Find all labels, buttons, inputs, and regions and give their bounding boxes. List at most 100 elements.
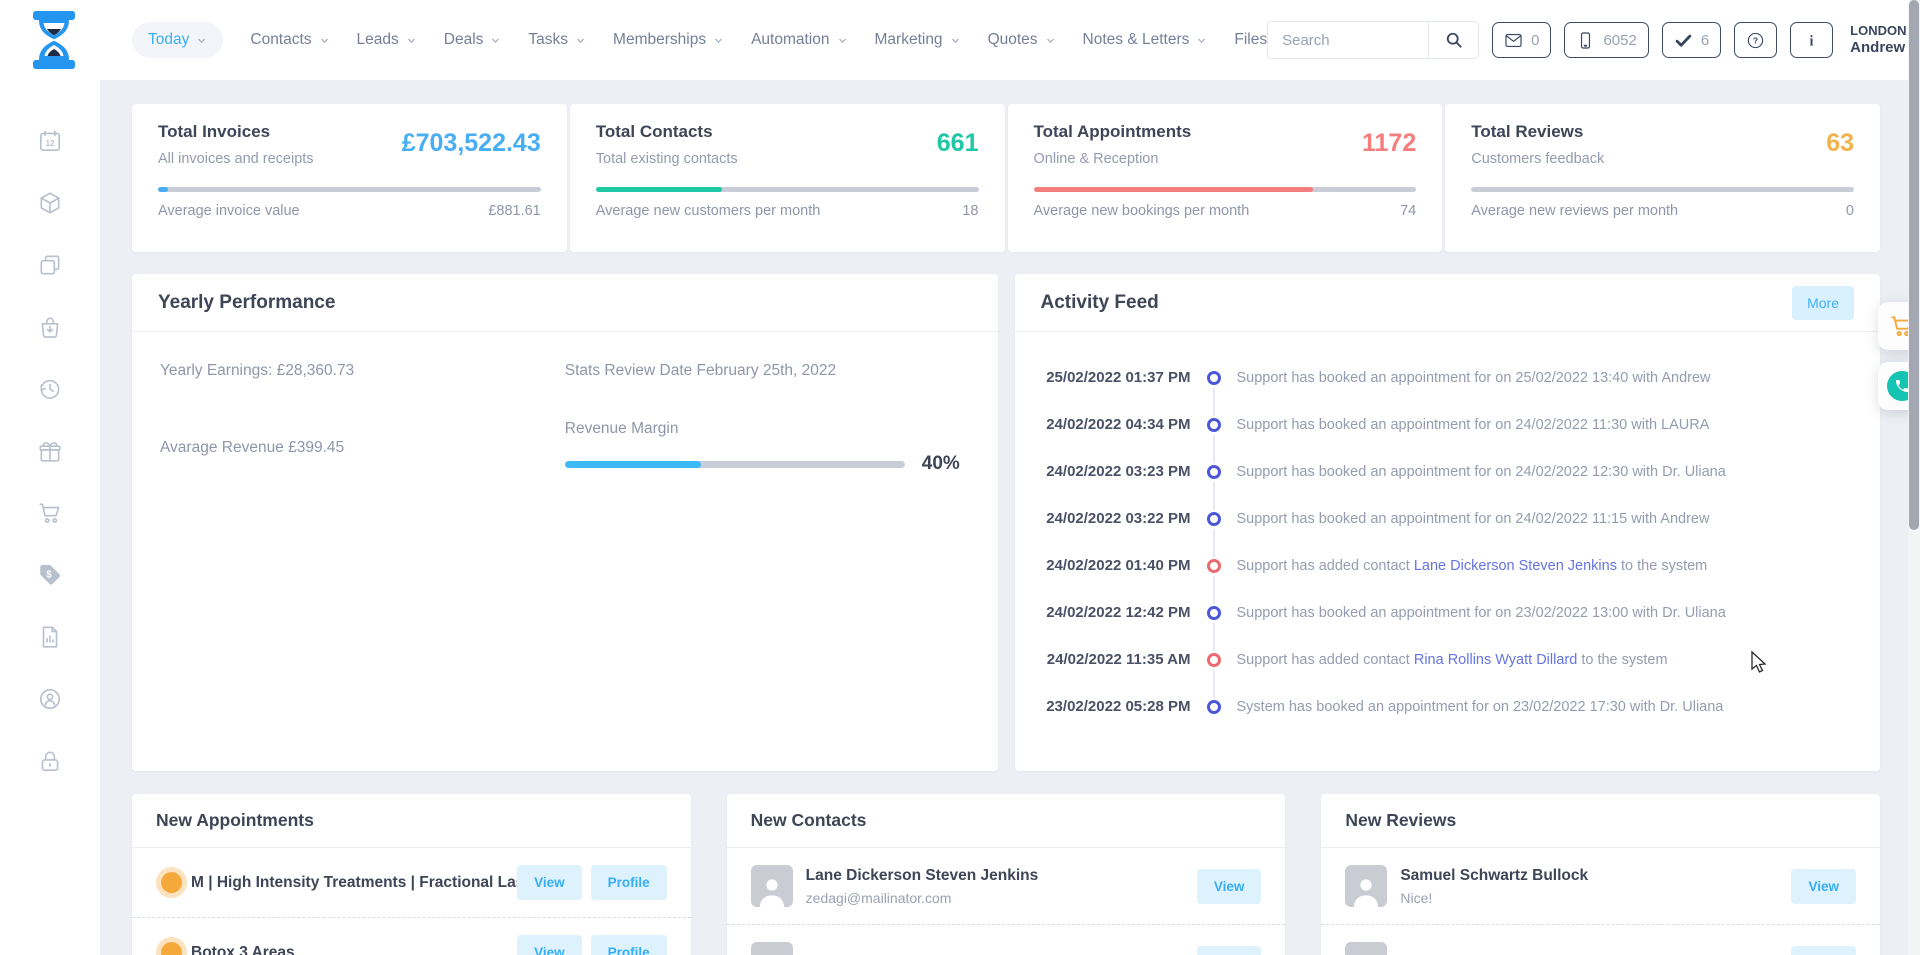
feed-text: Support has booked an appointment for on… bbox=[1237, 511, 1710, 527]
nav-item-memberships[interactable]: Memberships bbox=[613, 31, 724, 49]
user-name: Andrew bbox=[1850, 39, 1906, 58]
stat-footer-label: Average new reviews per month bbox=[1471, 203, 1678, 219]
mobile-button[interactable]: 6052 bbox=[1564, 22, 1648, 58]
nav-item-automation[interactable]: Automation bbox=[751, 31, 847, 49]
chevron-down-icon bbox=[837, 35, 848, 46]
view-button[interactable]: View bbox=[1197, 869, 1262, 904]
mobile-icon bbox=[1576, 31, 1595, 50]
avatar bbox=[1345, 865, 1387, 907]
sidebar-cart-icon[interactable] bbox=[37, 500, 63, 526]
more-button[interactable]: More bbox=[1792, 286, 1854, 320]
avatar bbox=[751, 865, 793, 907]
nav-item-deals[interactable]: Deals bbox=[444, 31, 502, 49]
nav-item-label: Marketing bbox=[875, 31, 943, 49]
sidebar-report-icon[interactable] bbox=[37, 624, 63, 650]
chevron-down-icon bbox=[319, 35, 330, 46]
row-title: Samuel Schwartz Bullock bbox=[1400, 867, 1588, 885]
appointment-row: Botox 3 AreasViewProfile bbox=[132, 918, 691, 955]
info-icon: i bbox=[1802, 31, 1821, 50]
nav-item-label: Notes & Letters bbox=[1083, 31, 1190, 49]
sidebar-lock-icon[interactable] bbox=[37, 748, 63, 774]
check-button[interactable]: 6 bbox=[1662, 22, 1721, 58]
nav-item-leads[interactable]: Leads bbox=[357, 31, 417, 49]
profile-button[interactable]: Profile bbox=[591, 865, 667, 900]
feed-timestamp: 24/02/2022 01:40 PM bbox=[1029, 557, 1191, 574]
stat-progress-bar bbox=[596, 187, 979, 192]
contact-link[interactable]: Rina Rollins Wyatt Dillard bbox=[1414, 652, 1577, 668]
check-count-badge: 6 bbox=[1701, 32, 1709, 49]
sidebar-account-icon[interactable] bbox=[37, 686, 63, 712]
stat-subtitle: Customers feedback bbox=[1471, 151, 1604, 167]
stat-value: 1172 bbox=[1362, 129, 1416, 167]
nav-item-marketing[interactable]: Marketing bbox=[875, 31, 961, 49]
revenue-margin-value: 40% bbox=[922, 453, 960, 475]
contact-row: Rina Rollins Wyatt DillardView bbox=[727, 925, 1286, 955]
view-button[interactable]: View bbox=[1791, 869, 1856, 904]
search-box bbox=[1267, 21, 1479, 59]
stat-footer-label: Average new customers per month bbox=[596, 203, 821, 219]
nav-item-today[interactable]: Today bbox=[132, 22, 223, 58]
view-button[interactable]: View bbox=[1197, 946, 1262, 955]
app-logo-icon[interactable] bbox=[30, 11, 78, 69]
feed-marker bbox=[1191, 465, 1237, 479]
yearly-performance-panel: Yearly Performance Yearly Earnings: £28,… bbox=[132, 274, 998, 771]
stat-value: 661 bbox=[937, 129, 979, 167]
timeline-dot-icon bbox=[1207, 465, 1221, 479]
nav-item-tasks[interactable]: Tasks bbox=[528, 31, 586, 49]
panel-new-reviews: New ReviewsSamuel Schwartz BullockNice!V… bbox=[1321, 794, 1880, 955]
sidebar-calendar-icon[interactable]: 12 bbox=[37, 128, 63, 154]
scrollbar-thumb[interactable] bbox=[1909, 0, 1919, 530]
stat-footer-value: 18 bbox=[962, 203, 978, 219]
search-input[interactable] bbox=[1268, 32, 1428, 49]
page-scrollbar bbox=[1908, 0, 1920, 955]
feed-marker bbox=[1191, 371, 1237, 385]
mobile-count-badge: 6052 bbox=[1603, 32, 1636, 49]
row-title: M | High Intensity Treatments | Fraction… bbox=[191, 874, 504, 892]
stat-card-reviews: Total Reviews Customers feedback 63 Aver… bbox=[1445, 104, 1880, 252]
timeline-dot-icon bbox=[1207, 512, 1221, 526]
profile-button[interactable]: Profile bbox=[591, 935, 667, 955]
feed-timestamp: 23/02/2022 05:28 PM bbox=[1029, 698, 1191, 715]
info-button[interactable]: i bbox=[1790, 22, 1833, 58]
revenue-margin-bar bbox=[565, 461, 905, 468]
nav-item-contacts[interactable]: Contacts bbox=[250, 31, 329, 49]
view-button[interactable]: View bbox=[1791, 946, 1856, 955]
view-button[interactable]: View bbox=[517, 865, 582, 900]
stat-card-appointments: Total Appointments Online & Reception 11… bbox=[1008, 104, 1443, 252]
question-button[interactable]: ? bbox=[1734, 22, 1777, 58]
sidebar-package-icon[interactable] bbox=[37, 190, 63, 216]
feed-marker bbox=[1191, 700, 1237, 714]
sidebar: 12 $ bbox=[0, 80, 100, 955]
feed-item: 24/02/2022 01:40 PMSupport has added con… bbox=[1029, 542, 1857, 589]
contact-link[interactable]: Lane Dickerson Steven Jenkins bbox=[1414, 558, 1617, 574]
chevron-down-icon bbox=[575, 35, 586, 46]
feed-item: 24/02/2022 03:22 PM Support has booked an… bbox=[1029, 495, 1857, 542]
sidebar-gift-icon[interactable] bbox=[37, 438, 63, 464]
sidebar-tag-icon[interactable]: $ bbox=[37, 562, 63, 588]
nav-item-label: Tasks bbox=[528, 31, 568, 49]
review-row: Alex StefanView bbox=[1321, 925, 1880, 955]
chevron-down-icon bbox=[196, 35, 207, 46]
feed-text: Support has booked an appointment for on… bbox=[1237, 605, 1726, 621]
stat-title: Total Invoices bbox=[158, 122, 314, 142]
nav-item-notes-letters[interactable]: Notes & Letters bbox=[1083, 31, 1208, 49]
nav-item-files[interactable]: Files bbox=[1234, 31, 1267, 49]
status-dot-icon bbox=[161, 872, 182, 893]
view-button[interactable]: View bbox=[517, 935, 582, 955]
sidebar-history-icon[interactable] bbox=[37, 376, 63, 402]
feed-item: 24/02/2022 12:42 PM Support has booked an… bbox=[1029, 589, 1857, 636]
mail-button[interactable]: 0 bbox=[1492, 22, 1551, 58]
search-button[interactable] bbox=[1428, 22, 1478, 58]
main-content: Total Invoices All invoices and receipts… bbox=[100, 80, 1908, 955]
feed-timestamp: 24/02/2022 03:22 PM bbox=[1029, 510, 1191, 527]
stats-review-date: Stats Review Date February 25th, 2022 bbox=[565, 362, 970, 380]
feed-item: 24/02/2022 03:23 PMSupport has booked an… bbox=[1029, 448, 1857, 495]
feed-timestamp: 24/02/2022 12:42 PM bbox=[1029, 604, 1191, 621]
revenue-margin-label: Revenue Margin bbox=[565, 420, 970, 438]
panel-title: New Appointments bbox=[132, 794, 691, 848]
feed-item: 24/02/2022 11:35 AMSupport has added con… bbox=[1029, 636, 1857, 683]
timeline-dot-icon bbox=[1207, 606, 1221, 620]
sidebar-bag-icon[interactable] bbox=[37, 314, 63, 340]
sidebar-duplicate-icon[interactable] bbox=[37, 252, 63, 278]
nav-item-quotes[interactable]: Quotes bbox=[988, 31, 1056, 49]
